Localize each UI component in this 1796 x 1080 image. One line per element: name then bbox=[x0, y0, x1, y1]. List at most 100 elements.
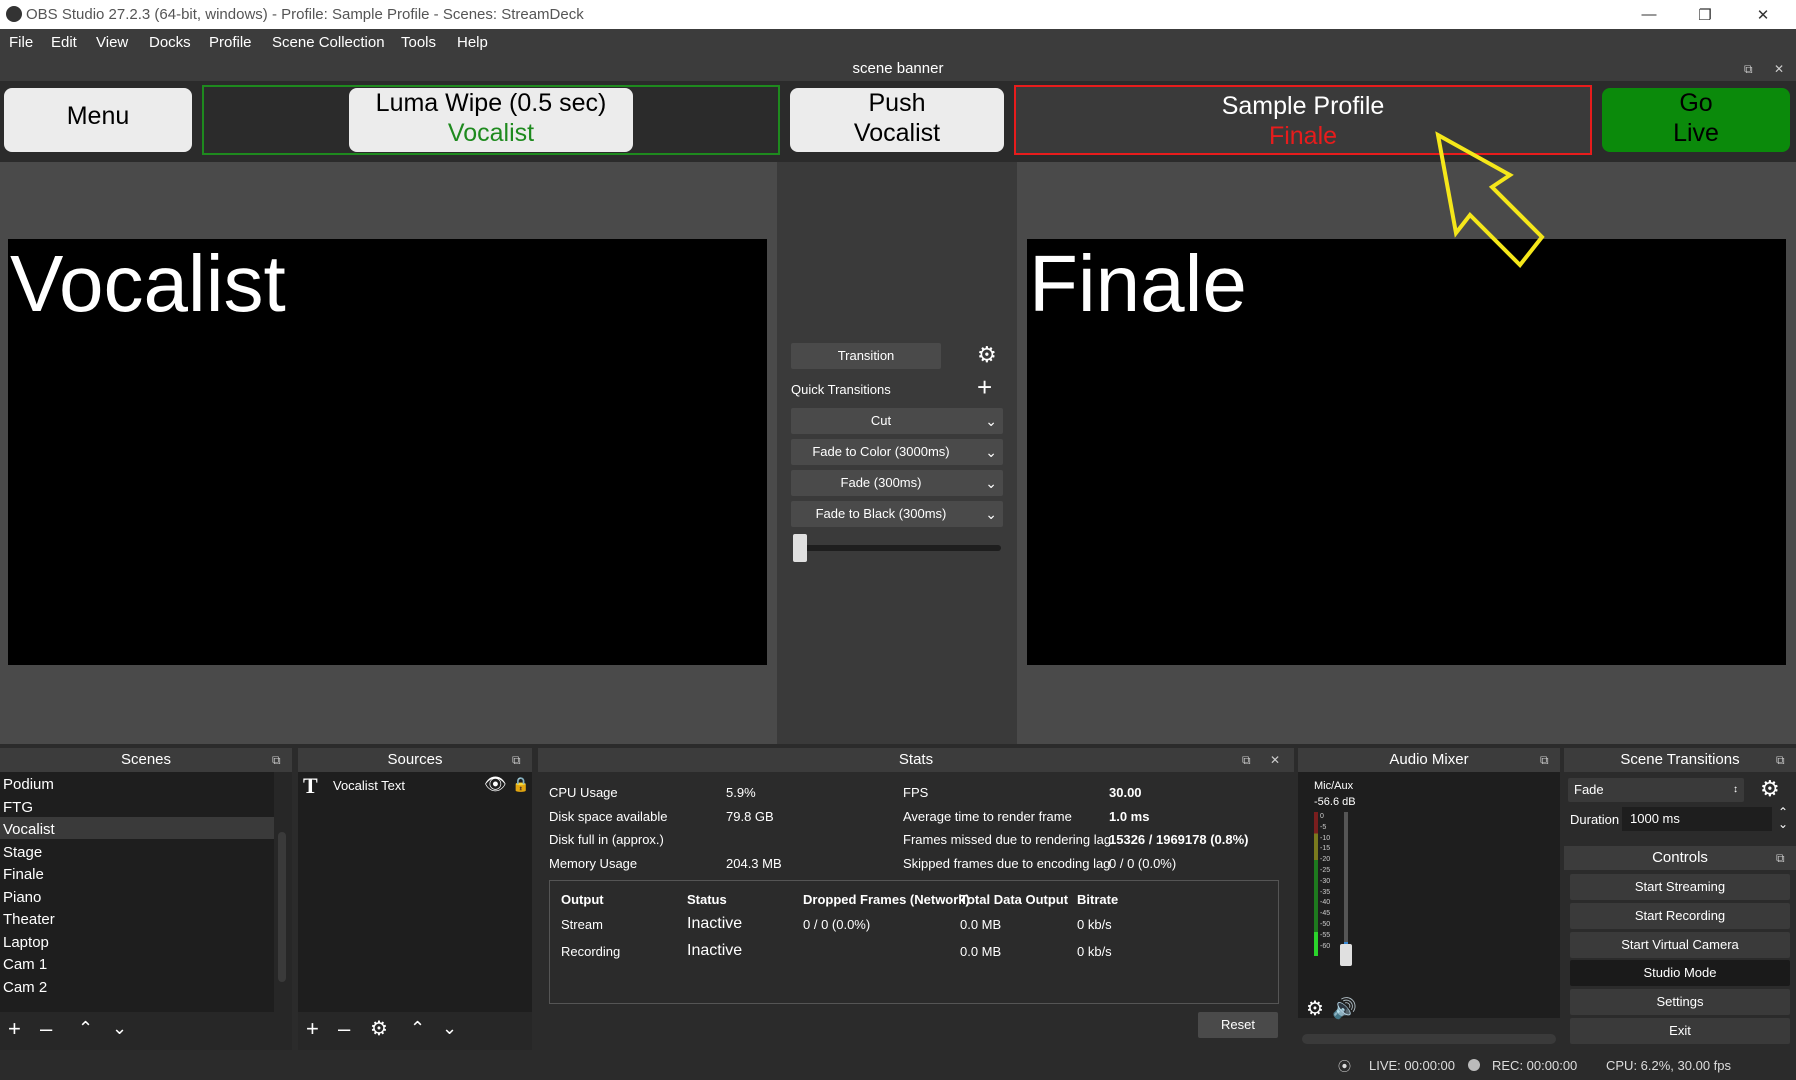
transition-label: Luma Wipe (0.5 sec) bbox=[375, 89, 607, 117]
start-streaming-button[interactable]: Start Streaming bbox=[1570, 874, 1790, 900]
transition-action-button[interactable]: Transition bbox=[791, 343, 941, 369]
scene-item-selected[interactable]: Vocalist bbox=[3, 821, 55, 838]
meter-tick: -20 bbox=[1320, 856, 1331, 864]
float-icon[interactable]: ⧉ bbox=[1776, 748, 1785, 772]
table-cell: Stream bbox=[561, 917, 603, 932]
move-up-icon[interactable]: ⌃ bbox=[78, 1018, 93, 1039]
meter-tick: -60 bbox=[1320, 942, 1331, 950]
menu-tools[interactable]: Tools bbox=[401, 34, 436, 51]
rec-indicator-icon bbox=[1468, 1059, 1480, 1071]
table-cell: 0 kb/s bbox=[1077, 917, 1112, 932]
mixer-scrollbar[interactable] bbox=[1302, 1034, 1556, 1044]
studio-mode-button[interactable]: Studio Mode bbox=[1570, 960, 1790, 986]
gear-icon[interactable]: ⚙ bbox=[370, 1016, 388, 1041]
program-canvas[interactable]: Finale bbox=[1027, 239, 1786, 665]
duration-input[interactable]: 1000 ms bbox=[1622, 807, 1772, 831]
remove-icon[interactable]: – bbox=[40, 1016, 52, 1042]
scene-item[interactable]: Theater bbox=[3, 911, 55, 928]
scenes-title: Scenes bbox=[120, 751, 172, 768]
scene-item[interactable]: FTG bbox=[3, 799, 33, 816]
gear-icon[interactable]: ⚙ bbox=[1306, 996, 1324, 1021]
remove-icon[interactable]: – bbox=[338, 1016, 350, 1042]
transition-select[interactable]: Fade ↕ bbox=[1568, 778, 1744, 802]
push-line1: Push bbox=[868, 89, 926, 117]
scene-item[interactable]: Finale bbox=[3, 866, 44, 883]
meter-tick: -15 bbox=[1320, 845, 1331, 853]
reset-button[interactable]: Reset bbox=[1198, 1012, 1278, 1038]
gear-icon[interactable]: ⚙ bbox=[1760, 776, 1780, 802]
maximize-icon[interactable]: ❐ bbox=[1682, 0, 1728, 29]
preview-canvas[interactable]: Vocalist bbox=[8, 239, 767, 665]
live-status: LIVE: 00:00:00 bbox=[1369, 1058, 1456, 1073]
scene-item[interactable]: Piano bbox=[3, 889, 41, 906]
chevron-down-icon[interactable]: ⌄ bbox=[985, 408, 997, 434]
transition-slider-handle[interactable] bbox=[793, 534, 807, 562]
eye-icon[interactable]: 👁 bbox=[484, 774, 507, 795]
stat-label: Memory Usage bbox=[549, 856, 638, 871]
float-icon[interactable]: ⧉ bbox=[1540, 748, 1549, 772]
volume-meter-fill bbox=[1314, 932, 1318, 956]
menu-profile[interactable]: Profile bbox=[209, 34, 252, 51]
float-icon[interactable]: ⧉ bbox=[272, 748, 281, 772]
add-icon[interactable]: + bbox=[8, 1016, 21, 1042]
rec-status: REC: 00:00:00 bbox=[1492, 1058, 1578, 1073]
float-icon[interactable]: ⧉ bbox=[1776, 846, 1785, 870]
settings-button[interactable]: Settings bbox=[1570, 989, 1790, 1015]
quick-transition-fade[interactable]: Fade (300ms) ⌄ bbox=[791, 470, 1003, 496]
stats-dock: CPU Usage 5.9% Disk space available 79.8… bbox=[538, 772, 1294, 1050]
start-virtual-camera-button[interactable]: Start Virtual Camera bbox=[1570, 932, 1790, 958]
stat-value: 204.3 MB bbox=[726, 856, 782, 871]
meter-tick: -35 bbox=[1320, 888, 1331, 896]
quick-transitions-label: Quick Transitions bbox=[791, 382, 891, 397]
close-dock-icon[interactable]: ✕ bbox=[1270, 748, 1280, 772]
menu-view[interactable]: View bbox=[96, 34, 128, 51]
transition-slider-track[interactable] bbox=[793, 545, 1001, 551]
quick-transition-fade-color[interactable]: Fade to Color (3000ms) ⌄ bbox=[791, 439, 1003, 465]
scene-item[interactable]: Podium bbox=[3, 776, 54, 793]
menu-file[interactable]: File bbox=[9, 34, 33, 51]
move-down-icon[interactable]: ⌄ bbox=[442, 1018, 457, 1039]
source-item[interactable]: Vocalist Text bbox=[333, 778, 405, 793]
table-cell: 0 / 0 (0.0%) bbox=[803, 917, 871, 932]
quick-transition-label: Fade to Black (300ms) bbox=[815, 506, 947, 521]
go-live-button[interactable]: Go Live bbox=[1602, 88, 1790, 152]
scene-item[interactable]: Cam 2 bbox=[3, 979, 47, 996]
banner-dock-title: scene banner ⧉ ✕ bbox=[0, 57, 1796, 81]
move-down-icon[interactable]: ⌄ bbox=[112, 1018, 127, 1039]
gear-icon[interactable]: ⚙ bbox=[977, 342, 997, 368]
menu-edit[interactable]: Edit bbox=[51, 34, 77, 51]
scene-item[interactable]: Laptop bbox=[3, 934, 49, 951]
volume-slider-handle[interactable] bbox=[1340, 944, 1352, 966]
exit-button[interactable]: Exit bbox=[1570, 1018, 1790, 1044]
menu-help[interactable]: Help bbox=[457, 34, 488, 51]
minimize-icon[interactable]: — bbox=[1626, 0, 1672, 29]
menu-docks[interactable]: Docks bbox=[149, 34, 191, 51]
push-vocalist-button[interactable]: Push Vocalist bbox=[790, 88, 1004, 152]
add-quick-transition-icon[interactable]: + bbox=[977, 372, 992, 403]
add-icon[interactable]: + bbox=[306, 1016, 319, 1042]
move-up-icon[interactable]: ⌃ bbox=[410, 1018, 425, 1039]
speaker-icon[interactable]: 🔊 bbox=[1332, 996, 1357, 1021]
close-icon[interactable]: ✕ bbox=[1740, 0, 1786, 29]
banner-menu-button[interactable]: Menu bbox=[4, 88, 192, 152]
menu-scene-collection[interactable]: Scene Collection bbox=[272, 34, 385, 51]
float-icon[interactable]: ⧉ bbox=[1242, 748, 1251, 772]
chevron-down-icon[interactable]: ⌄ bbox=[985, 501, 997, 527]
sources-dock: T Vocalist Text 👁 🔒 + – ⚙ ⌃ ⌄ bbox=[298, 772, 532, 1050]
float-icon[interactable]: ⧉ bbox=[512, 748, 521, 772]
quick-transition-fade-black[interactable]: Fade to Black (300ms) ⌄ bbox=[791, 501, 1003, 527]
stepper-icon[interactable]: ⌃ ⌄ bbox=[1778, 806, 1788, 830]
chevron-down-icon[interactable]: ⌄ bbox=[985, 470, 997, 496]
close-dock-icon[interactable]: ✕ bbox=[1774, 57, 1784, 81]
scene-item[interactable]: Cam 1 bbox=[3, 956, 47, 973]
volume-slider-track[interactable] bbox=[1344, 812, 1348, 962]
start-recording-button[interactable]: Start Recording bbox=[1570, 903, 1790, 929]
lock-icon[interactable]: 🔒 bbox=[512, 776, 529, 793]
meter-tick: -10 bbox=[1320, 834, 1331, 842]
transition-button[interactable]: Luma Wipe (0.5 sec) Vocalist bbox=[349, 88, 633, 152]
chevron-down-icon[interactable]: ⌄ bbox=[985, 439, 997, 465]
scenes-scrollbar[interactable] bbox=[278, 832, 286, 982]
scene-item[interactable]: Stage bbox=[3, 844, 42, 861]
quick-transition-cut[interactable]: Cut ⌄ bbox=[791, 408, 1003, 434]
float-icon[interactable]: ⧉ bbox=[1744, 57, 1753, 81]
